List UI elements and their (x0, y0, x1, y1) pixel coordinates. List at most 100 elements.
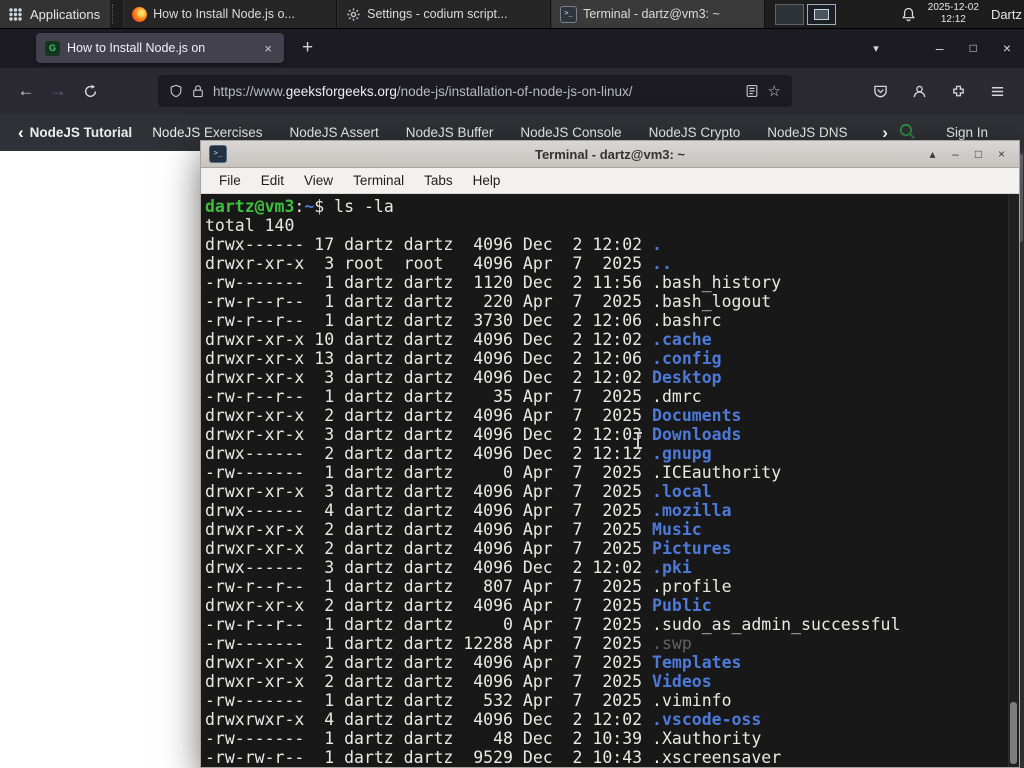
window-close-button[interactable]: × (990, 38, 1024, 58)
tab-favicon: G (45, 40, 60, 56)
url-prefix: https://www. (213, 83, 286, 99)
url-text: https://www.geeksforgeeks.org/node-js/in… (213, 84, 736, 99)
site-nav-item[interactable]: NodeJS Crypto (649, 125, 741, 140)
tab-close-icon[interactable]: × (261, 40, 275, 57)
applications-menu-button[interactable]: Applications (0, 0, 111, 28)
ls-file-name: .viminfo (652, 691, 732, 710)
terminal-menu-file[interactable]: File (209, 170, 251, 191)
reader-mode-icon[interactable] (745, 84, 759, 98)
site-nav-item[interactable]: NodeJS Buffer (406, 125, 494, 140)
terminal-ls-line: -rw------- 1 dartz dartz 532 Apr 7 2025 … (205, 691, 732, 710)
account-icon[interactable] (904, 76, 934, 106)
workspace-1[interactable] (775, 3, 805, 25)
site-nav-item[interactable]: NodeJS Exercises (152, 125, 262, 140)
url-bar[interactable]: https://www.geeksforgeeks.org/node-js/in… (158, 75, 792, 107)
list-all-tabs-icon[interactable]: ▾ (863, 38, 889, 59)
user-menu[interactable]: Dartz (991, 7, 1022, 22)
ls-directory-name: .vscode-oss (652, 710, 762, 729)
ls-directory-name: Templates (652, 653, 742, 672)
tracking-shield-icon[interactable] (169, 84, 183, 98)
window-maximize-button[interactable]: □ (957, 39, 990, 57)
terminal-scrollbar-thumb[interactable] (1010, 702, 1017, 764)
bookmark-star-icon[interactable]: ☆ (768, 82, 781, 100)
terminal-close-button[interactable]: × (992, 147, 1011, 161)
terminal-menu-view[interactable]: View (294, 170, 343, 191)
ls-file-name: .swp (652, 634, 692, 653)
tab-title: How to Install Node.js on (67, 41, 206, 55)
ls-directory-name: Pictures (652, 539, 732, 558)
terminal-ls-line: drwxr-xr-x 13 dartz dartz 4096 Dec 2 12:… (205, 349, 722, 368)
terminal-title: Terminal - dartz@vm3: ~ (534, 146, 686, 162)
taskbar-window-button-terminal[interactable]: >_ Terminal - dartz@vm3: ~ (551, 0, 766, 28)
terminal-scrollbar[interactable] (1008, 194, 1019, 767)
terminal-menu-tabs[interactable]: Tabs (414, 170, 463, 191)
terminal-ls-line: drwxr-xr-x 10 dartz dartz 4096 Dec 2 12:… (205, 330, 712, 349)
toolbar-right-icons (865, 76, 1014, 106)
terminal-ls-line: -rw-r--r-- 1 dartz dartz 807 Apr 7 2025 … (205, 577, 732, 596)
ls-directory-name: . (652, 235, 662, 254)
ls-directory-name: .config (652, 349, 722, 368)
terminal-menu-help[interactable]: Help (463, 170, 511, 191)
terminal-ls-line: drwxr-xr-x 3 dartz dartz 4096 Dec 2 12:0… (205, 425, 742, 444)
url-path: /node-js/installation-of-node-js-on-linu… (396, 83, 633, 99)
terminal-ls-line: drwxr-xr-x 2 dartz dartz 4096 Apr 7 2025… (205, 596, 712, 615)
taskbar-window-button-firefox[interactable]: How to Install Node.js o... (123, 0, 338, 28)
ls-directory-name: .local (652, 482, 712, 501)
terminal-shade-button[interactable]: ▴ (923, 147, 942, 161)
url-domain: geeksforgeeks.org (285, 83, 397, 99)
site-nav-items: NodeJS Exercises NodeJS Assert NodeJS Buff… (152, 125, 870, 140)
terminal-minimize-button[interactable]: – (946, 147, 965, 161)
terminal-prompt-line: dartz@vm3:~$ ls -la (205, 197, 394, 216)
terminal-ls-line: drwxr-xr-x 2 dartz dartz 4096 Apr 7 2025… (205, 520, 702, 539)
terminal-maximize-button[interactable]: □ (969, 147, 988, 161)
new-tab-button[interactable]: + (296, 37, 319, 59)
taskbar-window-label: Terminal - dartz@vm3: ~ (583, 7, 720, 21)
terminal-ls-line: -rw-r--r-- 1 dartz dartz 0 Apr 7 2025 .s… (205, 615, 901, 634)
terminal-ls-line: drwxr-xr-x 2 dartz dartz 4096 Apr 7 2025… (205, 406, 742, 425)
terminal-menubar: File Edit View Terminal Tabs Help (201, 168, 1019, 194)
workspace-2[interactable] (807, 3, 837, 25)
terminal-body[interactable]: dartz@vm3:~$ ls -la total 140 drwx------ 1… (201, 194, 1019, 767)
forward-button[interactable]: → (42, 76, 74, 106)
terminal-title-icon: >_ (209, 145, 227, 163)
terminal-menu-terminal[interactable]: Terminal (343, 170, 414, 191)
ls-directory-name: .cache (652, 330, 712, 349)
site-nav-item[interactable]: NodeJS Assert (289, 125, 378, 140)
terminal-ls-line: drwxr-xr-x 2 dartz dartz 4096 Apr 7 2025… (205, 672, 712, 691)
reload-icon (84, 84, 96, 97)
taskbar-status-area: 2025-12-02 12:12 Dartz (901, 0, 1024, 28)
site-nav-item[interactable]: NodeJS DNS (767, 125, 847, 140)
notifications-bell-icon[interactable] (901, 7, 916, 22)
menu-hamburger-icon[interactable] (982, 76, 1012, 106)
ls-directory-name: Music (652, 520, 702, 539)
site-nav-item[interactable]: NodeJS Console (520, 125, 621, 140)
terminal-ls-line: drwxr-xr-x 2 dartz dartz 4096 Apr 7 2025… (205, 653, 742, 672)
terminal-total-line: total 140 (205, 216, 295, 235)
terminal-ls-line: drwx------ 3 dartz dartz 4096 Dec 2 12:0… (205, 558, 692, 577)
nav-scroll-left-icon[interactable]: ‹ (14, 123, 28, 143)
browser-tab[interactable]: G How to Install Node.js on × (36, 33, 284, 63)
terminal-ls-line: drwx------ 17 dartz dartz 4096 Dec 2 12:… (205, 235, 662, 254)
ls-directory-name: Videos (652, 672, 712, 691)
terminal-ls-line: -rw------- 1 dartz dartz 0 Apr 7 2025 .I… (205, 463, 782, 482)
terminal-titlebar[interactable]: >_ Terminal - dartz@vm3: ~ ▴ – □ × (201, 141, 1019, 168)
ls-file-name: .bashrc (652, 311, 722, 330)
terminal-ls-line: drwxr-xr-x 3 dartz dartz 4096 Dec 2 12:0… (205, 368, 722, 387)
terminal-menu-edit[interactable]: Edit (251, 170, 294, 191)
taskbar-window-button-settings[interactable]: Settings - codium script... (337, 0, 552, 28)
terminal-ls-line: drwxr-xr-x 3 root root 4096 Apr 7 2025 .… (205, 254, 672, 273)
sign-in-button[interactable]: Sign In (946, 125, 988, 140)
window-minimize-button[interactable]: – (923, 38, 957, 58)
terminal-ls-line: drwxr-xr-x 3 dartz dartz 4096 Apr 7 2025… (205, 482, 712, 501)
browser-tabbar: G How to Install Node.js on × + ▾ – □ × (0, 28, 1024, 68)
terminal-icon: >_ (560, 5, 578, 23)
ls-directory-name: Downloads (652, 425, 742, 444)
nav-item-nodejs-tutorial[interactable]: NodeJS Tutorial (30, 125, 133, 140)
reload-button[interactable] (74, 76, 106, 106)
lock-icon[interactable] (192, 84, 204, 98)
ls-file-name: .bash_logout (652, 292, 772, 311)
pocket-icon[interactable] (865, 76, 895, 106)
back-button[interactable]: ← (10, 76, 42, 106)
clock[interactable]: 2025-12-02 12:12 (928, 2, 979, 26)
extensions-puzzle-icon[interactable] (943, 76, 973, 106)
